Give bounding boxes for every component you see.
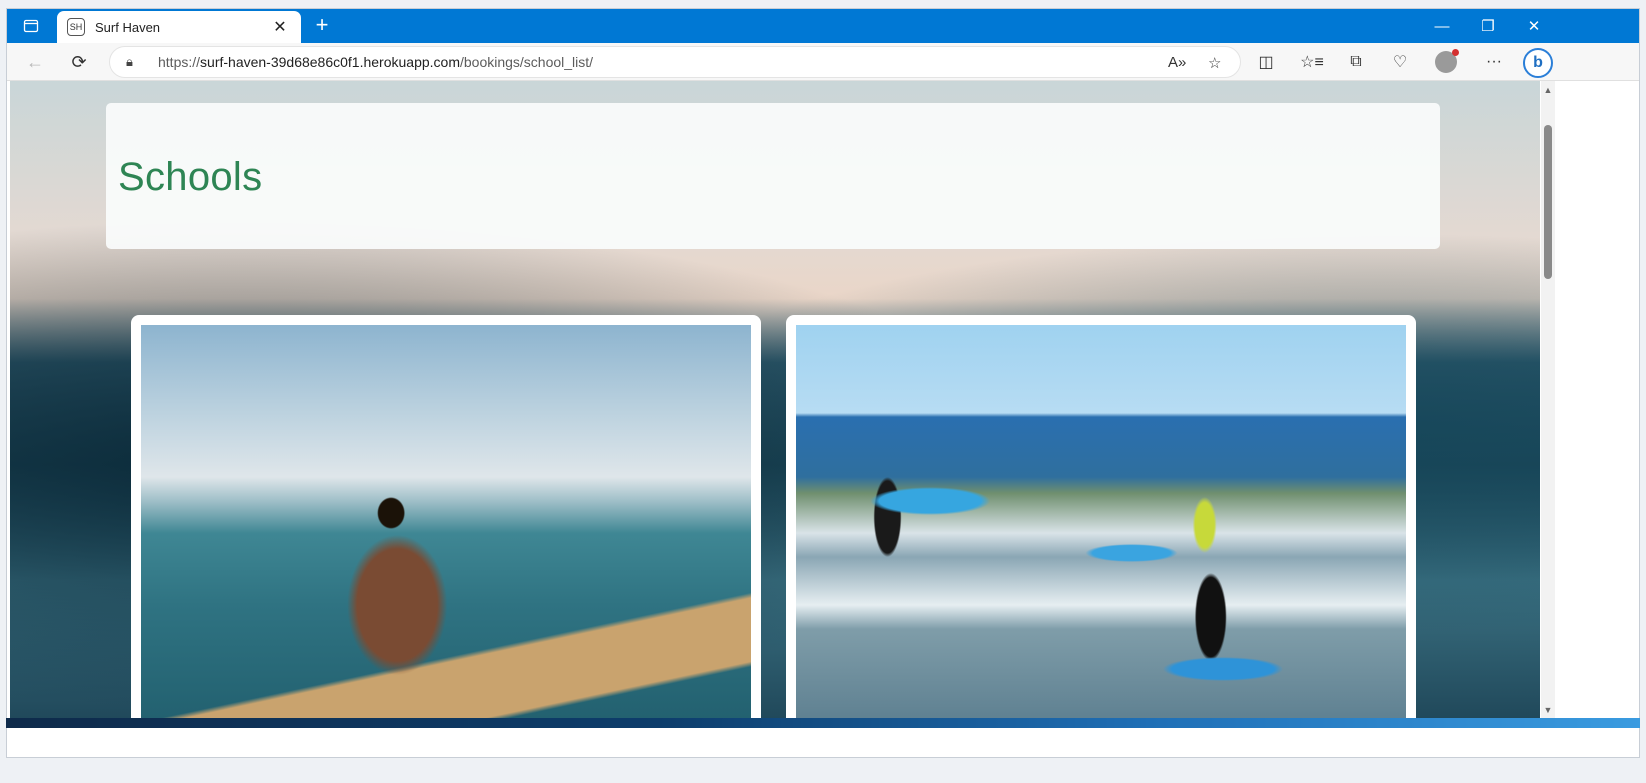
url-host: surf-haven-39d68e86c0f1.herokuapp.com: [200, 54, 460, 70]
more-icon[interactable]: ···: [1479, 49, 1509, 75]
url-path: /bookings/school_list/: [459, 54, 594, 70]
restore-button[interactable]: ❐: [1465, 9, 1511, 43]
page-viewport: Schools: [10, 81, 1540, 721]
taskbar-strip: [6, 718, 1640, 728]
notification-dot: [1452, 49, 1459, 56]
scroll-up-icon[interactable]: ▲: [1543, 85, 1553, 95]
page-title: Schools: [118, 155, 263, 199]
scrollbar-thumb[interactable]: [1544, 125, 1552, 279]
collections-icon[interactable]: ⧉: [1341, 49, 1371, 75]
close-window-button[interactable]: ✕: [1511, 9, 1557, 43]
lock-icon[interactable]: 🔒︎: [126, 54, 144, 70]
surfer-woman-image[interactable]: [141, 325, 751, 721]
browser-window: SH Surf Haven ✕ + — ❐ ✕ ← ⟳ 🔒︎ https://s…: [6, 8, 1640, 758]
close-tab-icon[interactable]: ✕: [269, 17, 291, 37]
page-header-card: Schools: [106, 103, 1440, 249]
favorites-icon[interactable]: ☆≡: [1297, 49, 1327, 75]
surf-lesson-image[interactable]: [796, 325, 1406, 721]
address-toolbar: ← ⟳ 🔒︎ https://surf-haven-39d68e86c0f1.h…: [7, 43, 1639, 81]
url-text[interactable]: https://surf-haven-39d68e86c0f1.herokuap…: [158, 54, 593, 70]
new-tab-button[interactable]: +: [307, 13, 337, 39]
school-card-1[interactable]: [131, 315, 761, 721]
minimize-button[interactable]: —: [1419, 9, 1465, 43]
favorite-icon[interactable]: ☆: [1208, 54, 1221, 72]
vertical-scrollbar[interactable]: ▲ ▼: [1541, 81, 1555, 721]
tab-surf-haven[interactable]: SH Surf Haven ✕: [57, 11, 301, 43]
refresh-icon[interactable]: ⟳: [63, 47, 95, 77]
read-aloud-icon[interactable]: A»: [1168, 54, 1186, 71]
browser-essentials-icon[interactable]: ♡: [1385, 49, 1415, 75]
tab-title: Surf Haven: [95, 19, 161, 35]
tab-strip: SH Surf Haven ✕ + — ❐ ✕: [7, 9, 1639, 43]
bing-icon[interactable]: b: [1523, 48, 1553, 78]
school-card-2[interactable]: [786, 315, 1416, 721]
url-scheme: https://: [158, 54, 201, 70]
scroll-down-icon[interactable]: ▼: [1543, 705, 1553, 715]
site-favicon-icon: SH: [67, 18, 85, 36]
split-screen-icon[interactable]: ◫: [1251, 49, 1281, 75]
tab-actions-icon[interactable]: [13, 13, 49, 39]
back-icon[interactable]: ←: [19, 47, 51, 77]
profile-avatar[interactable]: [1435, 49, 1459, 73]
address-bar[interactable]: 🔒︎ https://surf-haven-39d68e86c0f1.herok…: [109, 46, 1241, 78]
